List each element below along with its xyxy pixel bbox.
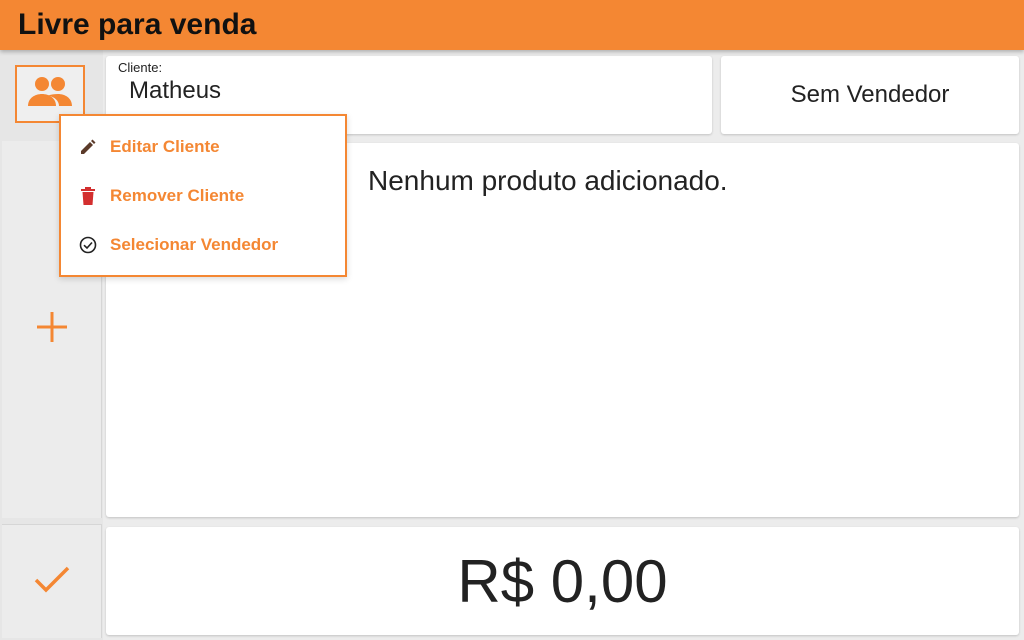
menu-item-label: Selecionar Vendedor (110, 235, 279, 254)
trash-icon (78, 186, 98, 206)
menu-item-label: Editar Cliente (110, 137, 220, 156)
menu-item-remove-client[interactable]: Remover Cliente (61, 176, 345, 216)
total-value: R$ 0,00 (457, 547, 668, 615)
client-label: Cliente: (118, 60, 163, 75)
empty-products-message: Nenhum produto adicionado. (368, 165, 728, 196)
pencil-icon (78, 137, 98, 157)
group-icon (26, 74, 74, 115)
menu-item-select-seller[interactable]: Selecionar Vendedor (61, 225, 345, 265)
client-name: Matheus (129, 77, 222, 104)
menu-item-edit-client[interactable]: Editar Cliente (61, 127, 345, 167)
client-options-menu: Editar Cliente Remover Cliente Seleciona… (59, 114, 347, 277)
app-header: Livre para venda (0, 0, 1024, 50)
plus-icon (35, 310, 69, 349)
total-card: R$ 0,00 (106, 527, 1019, 635)
check-circle-icon (78, 235, 98, 255)
seller-label: Sem Vendedor (790, 81, 950, 108)
menu-item-label: Remover Cliente (110, 186, 245, 205)
confirm-sale-button[interactable] (2, 524, 102, 638)
check-icon (32, 563, 72, 600)
seller-card[interactable]: Sem Vendedor (721, 56, 1019, 134)
page-title: Livre para venda (18, 8, 257, 41)
